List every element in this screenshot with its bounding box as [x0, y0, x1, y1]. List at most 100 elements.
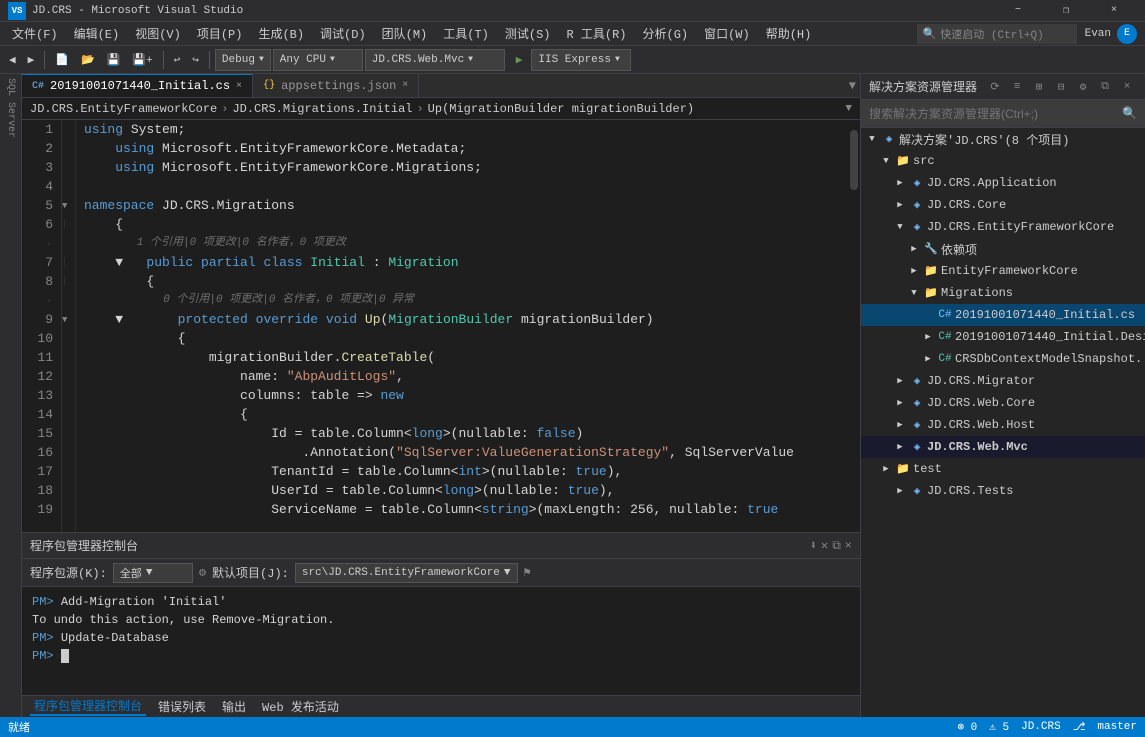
- tree-deps[interactable]: ▶ 🔧 依赖项: [861, 238, 1145, 260]
- tree-arrow-test: ▶: [879, 462, 893, 476]
- tree-test-folder[interactable]: ▶ 📁 test: [861, 458, 1145, 480]
- tree-arrow-migrator: ▶: [893, 374, 907, 388]
- pkg-close-icon[interactable]: ×: [845, 539, 852, 553]
- debug-config-dropdown[interactable]: Debug ▼: [215, 49, 271, 71]
- tab-appsettings[interactable]: {} appsettings.json ×: [253, 74, 419, 97]
- breadcrumb-collapse[interactable]: ▼: [845, 103, 852, 115]
- se-filter-icon[interactable]: ≡: [1007, 77, 1027, 97]
- bottom-tab-output[interactable]: 输出: [218, 698, 250, 715]
- close-button[interactable]: ×: [1091, 0, 1137, 22]
- tree-webcore[interactable]: ▶ ◈ JD.CRS.Web.Core: [861, 392, 1145, 414]
- menu-build[interactable]: 生成(B): [250, 22, 312, 46]
- tree-migrator[interactable]: ▶ ◈ JD.CRS.Migrator: [861, 370, 1145, 392]
- bottom-tab-errors[interactable]: 错误列表: [154, 698, 210, 715]
- quick-launch-input[interactable]: 快速启动 (Ctrl+Q): [940, 26, 1043, 42]
- tree-label-initial: 20191001071440_Initial.cs: [955, 308, 1135, 322]
- menu-window[interactable]: 窗口(W): [696, 22, 758, 46]
- status-errors[interactable]: ⊗ 0: [957, 720, 977, 734]
- code-content-area[interactable]: using System; using Microsoft.EntityFram…: [76, 120, 848, 532]
- pkg-settings-icon[interactable]: ⚙: [199, 565, 206, 580]
- pkg-source-dropdown[interactable]: 全部 ▼: [113, 563, 193, 583]
- restore-button[interactable]: ❐: [1043, 0, 1089, 22]
- menu-view[interactable]: 视图(V): [127, 22, 189, 46]
- tree-webmvc[interactable]: ▶ ◈ JD.CRS.Web.Mvc: [861, 436, 1145, 458]
- se-collapse-icon[interactable]: ⊟: [1051, 77, 1071, 97]
- new-file-button[interactable]: 📄: [50, 49, 74, 71]
- tab-initial-cs[interactable]: C# 20191001071440_Initial.cs ×: [22, 74, 253, 97]
- side-icon-server[interactable]: SQL Server: [0, 78, 22, 138]
- scrollbar-thumb[interactable]: [850, 130, 858, 190]
- run-arrow-icon: ▼: [615, 55, 620, 64]
- tab-close-appsettings[interactable]: ×: [402, 80, 408, 91]
- save-button[interactable]: 💾: [102, 49, 126, 71]
- save-all-button[interactable]: 💾+: [127, 49, 157, 71]
- pkg-clear-icon[interactable]: ✕: [821, 538, 828, 553]
- solution-tree[interactable]: ▼ ◈ 解决方案'JD.CRS'(8 个项目) ▼ 📁 src ▶ ◈ JD.C…: [861, 128, 1145, 717]
- tree-application[interactable]: ▶ ◈ JD.CRS.Application: [861, 172, 1145, 194]
- tree-migrations-folder[interactable]: ▼ 📁 Migrations: [861, 282, 1145, 304]
- tree-src-folder[interactable]: ▼ 📁 src: [861, 150, 1145, 172]
- pkg-console-content[interactable]: PM> Add-Migration 'Initial' To undo this…: [22, 587, 860, 695]
- tree-efcore[interactable]: ▼ ◈ JD.CRS.EntityFrameworkCore: [861, 216, 1145, 238]
- bc-item-0[interactable]: JD.CRS.EntityFrameworkCore: [30, 102, 217, 116]
- tab-cs-icon: C#: [32, 81, 44, 92]
- se-sync-icon[interactable]: ⟳: [985, 77, 1005, 97]
- tree-label-test: test: [913, 462, 942, 476]
- tree-tests[interactable]: ▶ ◈ JD.CRS.Tests: [861, 480, 1145, 502]
- solution-search-input[interactable]: [869, 107, 1122, 121]
- status-branch[interactable]: master: [1097, 721, 1137, 733]
- proj-icon-webcore: ◈: [909, 395, 925, 411]
- platform-dropdown[interactable]: Any CPU ▼: [273, 49, 363, 71]
- menu-debug[interactable]: 调试(D): [312, 22, 374, 46]
- open-button[interactable]: 📂: [76, 49, 100, 71]
- menu-help[interactable]: 帮助(H): [758, 22, 820, 46]
- run-button[interactable]: ▶: [511, 49, 528, 71]
- pkg-dock-icon[interactable]: ⧉: [832, 539, 841, 553]
- run-dropdown[interactable]: IIS Express ▼: [531, 49, 631, 71]
- code-editor[interactable]: 1 2 3 4 5 6 · 7 8 · 9 10 11 12 13 14 15 …: [22, 120, 860, 532]
- tab-close-initial[interactable]: ×: [236, 81, 242, 92]
- se-settings-icon[interactable]: ⚙: [1073, 77, 1093, 97]
- editor-scrollbar[interactable]: [848, 120, 860, 532]
- user-avatar[interactable]: E: [1117, 24, 1137, 44]
- bottom-tab-web-publish[interactable]: Web 发布活动: [258, 698, 343, 715]
- menu-project[interactable]: 项目(P): [189, 22, 251, 46]
- minimize-button[interactable]: −: [995, 0, 1041, 22]
- menu-file[interactable]: 文件(F): [4, 22, 66, 46]
- status-project[interactable]: JD.CRS: [1021, 721, 1061, 733]
- tab-scroll-button[interactable]: ▼: [845, 74, 860, 97]
- tree-arrow-webcore: ▶: [893, 396, 907, 410]
- forward-button[interactable]: ▶: [23, 49, 40, 71]
- pkg-flag-icon[interactable]: ⚑: [524, 565, 531, 580]
- menu-team[interactable]: 团队(M): [374, 22, 436, 46]
- pkg-auto-scroll-icon[interactable]: ⬇: [810, 538, 817, 553]
- se-close-icon[interactable]: ×: [1117, 77, 1137, 97]
- menu-rtools[interactable]: R 工具(R): [558, 22, 634, 46]
- menu-tools[interactable]: 工具(T): [435, 22, 497, 46]
- tree-label-webhost: JD.CRS.Web.Host: [927, 418, 1035, 432]
- tree-webhost[interactable]: ▶ ◈ JD.CRS.Web.Host: [861, 414, 1145, 436]
- menu-test[interactable]: 测试(S): [497, 22, 559, 46]
- redo-button[interactable]: ↪: [187, 49, 204, 71]
- tree-core[interactable]: ▶ ◈ JD.CRS.Core: [861, 194, 1145, 216]
- bc-item-1[interactable]: JD.CRS.Migrations.Initial: [232, 102, 412, 116]
- tree-initial-cs[interactable]: C# 20191001071440_Initial.cs: [861, 304, 1145, 326]
- tree-label-src: src: [913, 154, 935, 168]
- se-dock-icon[interactable]: ⧉: [1095, 77, 1115, 97]
- back-button[interactable]: ◀: [4, 49, 21, 71]
- tree-snapshot[interactable]: ▶ C# CRSDbContextModelSnapshot...: [861, 348, 1145, 370]
- status-warnings[interactable]: ⚠ 5: [989, 720, 1009, 734]
- undo-button[interactable]: ↩: [169, 49, 186, 71]
- tree-efcore-folder[interactable]: ▶ 📁 EntityFrameworkCore: [861, 260, 1145, 282]
- project-dropdown[interactable]: JD.CRS.Web.Mvc ▼: [365, 49, 505, 71]
- menu-analyze[interactable]: 分析(G): [635, 22, 697, 46]
- menu-edit[interactable]: 编辑(E): [66, 22, 128, 46]
- bottom-tab-pkg[interactable]: 程序包管理器控制台: [30, 697, 146, 716]
- bc-sep-1: ›: [221, 102, 228, 116]
- se-expand-icon[interactable]: ⊞: [1029, 77, 1049, 97]
- pkg-default-project-dropdown[interactable]: src\JD.CRS.EntityFrameworkCore ▼: [295, 563, 518, 583]
- tree-initial-designer[interactable]: ▶ C# 20191001071440_Initial.Design...: [861, 326, 1145, 348]
- code-line-14: {: [84, 405, 840, 424]
- bc-item-2[interactable]: Up(MigrationBuilder migrationBuilder): [428, 102, 694, 116]
- tree-solution-root[interactable]: ▼ ◈ 解决方案'JD.CRS'(8 个项目): [861, 128, 1145, 150]
